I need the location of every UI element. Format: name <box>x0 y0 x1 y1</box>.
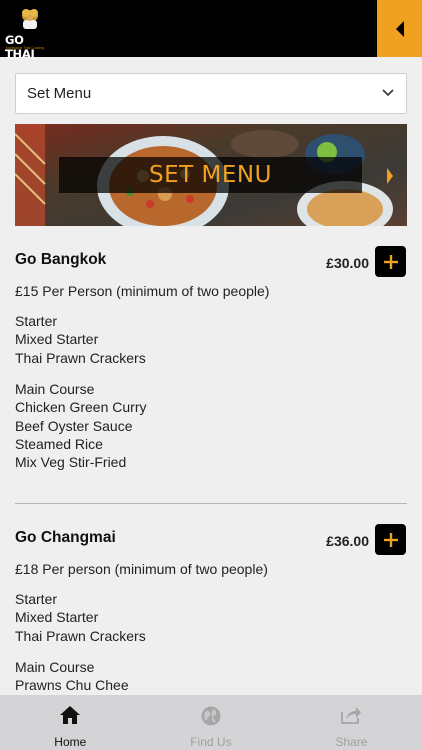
main-dish: Steamed Rice <box>15 435 103 452</box>
tab-share[interactable]: Share <box>281 695 422 750</box>
starter-dish: Mixed Starter <box>15 609 99 626</box>
menu-item-price: £36.00 <box>326 533 369 549</box>
menu-item-price: £30.00 <box>326 255 369 271</box>
menu-item-main-list: Main Course Prawns Chu Chee <box>15 658 129 695</box>
home-icon <box>60 706 81 724</box>
menu-item-per-person: £15 Per Person (minimum of two people) <box>15 283 270 299</box>
globe-icon <box>201 706 221 726</box>
starter-heading: Starter <box>15 591 58 607</box>
menu-item-name: Go Changmai <box>15 529 116 546</box>
main-dish: Chicken Green Curry <box>15 399 147 416</box>
back-button[interactable] <box>377 0 422 57</box>
caret-left-icon <box>395 20 404 37</box>
starter-dish: Thai Prawn Crackers <box>15 349 146 366</box>
menu-item-starter-list: Starter Mixed Starter Thai Prawn Cracker… <box>15 312 146 367</box>
plus-icon <box>383 532 398 547</box>
category-select[interactable]: Set Menu <box>15 73 407 114</box>
tab-home[interactable]: Home <box>0 695 141 750</box>
category-banner: SET MENU <box>15 124 407 226</box>
bottom-tab-bar: Home Find Us Share <box>0 695 422 750</box>
tab-home-label: Home <box>54 735 87 749</box>
tab-share-label: Share <box>335 735 368 749</box>
share-icon <box>341 707 362 724</box>
tab-find-us[interactable]: Find Us <box>141 695 282 750</box>
logo-subtext: Nonwayne Thai Cooking <box>6 46 45 50</box>
menu-item-name: Go Bangkok <box>15 251 107 268</box>
tab-find-us-label: Find Us <box>190 735 232 749</box>
banner-title-bar: SET MENU <box>59 157 362 193</box>
starter-dish: Thai Prawn Crackers <box>15 627 146 644</box>
starter-heading: Starter <box>15 313 58 329</box>
main-heading: Main Course <box>15 659 95 675</box>
plus-icon <box>383 254 398 269</box>
item-divider <box>15 503 407 504</box>
menu-item-main-list: Main Course Chicken Green Curry Beef Oys… <box>15 380 147 471</box>
chef-logo-icon <box>22 9 38 29</box>
logo: GO THAI Nonwayne Thai Cooking <box>3 2 57 61</box>
banner-title: SET MENU <box>149 162 272 188</box>
chevron-down-icon <box>382 89 394 97</box>
top-bar: GO THAI Nonwayne Thai Cooking <box>0 0 422 61</box>
main-dish: Mix Veg Stir-Fried <box>15 454 127 471</box>
add-to-cart-button[interactable] <box>375 246 406 277</box>
add-to-cart-button[interactable] <box>375 524 406 555</box>
main-dish: Beef Oyster Sauce <box>15 417 133 434</box>
menu-item-starter-list: Starter Mixed Starter Thai Prawn Cracker… <box>15 590 146 645</box>
menu-item-per-person: £18 Per person (minimum of two people) <box>15 561 268 577</box>
starter-dish: Mixed Starter <box>15 331 99 348</box>
main-dish: Prawns Chu Chee <box>15 677 129 694</box>
main-heading: Main Course <box>15 381 95 397</box>
category-select-value: Set Menu <box>27 85 92 102</box>
